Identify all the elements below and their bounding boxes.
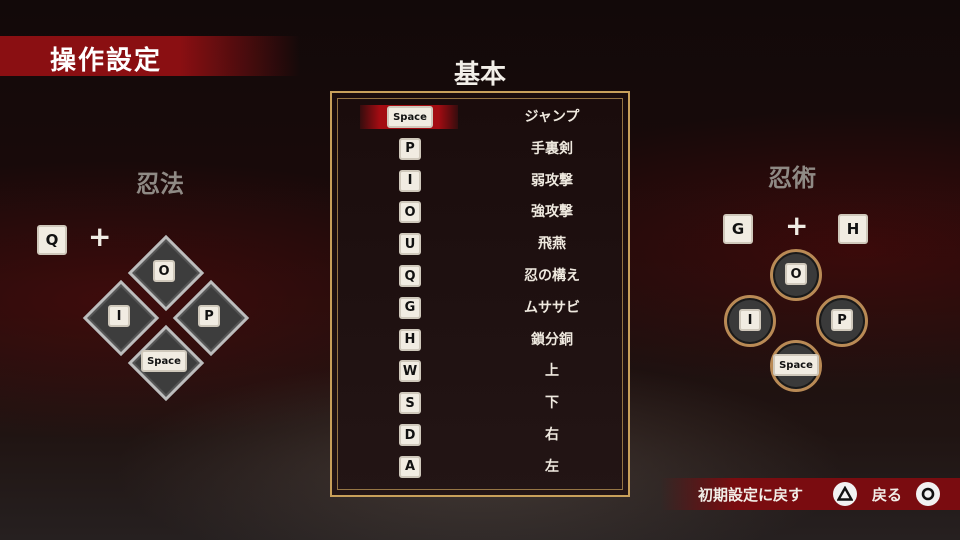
binding-key[interactable]: Q: [399, 265, 421, 287]
circle-icon[interactable]: [916, 482, 940, 506]
reset-defaults-label[interactable]: 初期設定に戻す: [698, 484, 803, 505]
binding-row[interactable]: D右: [332, 421, 628, 449]
ninjutsu-title: 忍術: [768, 163, 816, 192]
binding-key[interactable]: D: [399, 424, 421, 446]
binding-action-label: 下: [545, 395, 559, 412]
ninpo-key-left: I: [108, 305, 130, 327]
binding-key[interactable]: H: [399, 328, 421, 351]
ninjutsu-modifier-key-2[interactable]: H: [838, 214, 868, 244]
binding-row[interactable]: S下: [332, 389, 628, 417]
binding-action-label: 強攻撃: [531, 204, 573, 221]
binding-key[interactable]: A: [399, 455, 421, 478]
binding-key[interactable]: O: [399, 201, 421, 224]
ninpo-key-right: P: [198, 305, 220, 327]
binding-key[interactable]: G: [399, 296, 421, 319]
ninpo-key-top: O: [153, 260, 175, 282]
binding-action-label: 上: [545, 363, 559, 380]
binding-action-label: 鎖分銅: [531, 331, 573, 348]
ninjutsu-key-bottom: Space: [773, 354, 819, 376]
triangle-icon[interactable]: [833, 482, 857, 506]
binding-action-label: ジャンプ: [524, 109, 580, 125]
binding-key[interactable]: Space: [387, 106, 433, 128]
binding-key[interactable]: U: [399, 233, 421, 256]
binding-row[interactable]: Space ジャンプ: [332, 103, 628, 131]
ninjutsu-modifier-key-1[interactable]: G: [723, 214, 753, 244]
binding-row[interactable]: P 手裏剣: [332, 135, 628, 163]
binding-action-label: ムササビ: [524, 299, 580, 316]
binding-key[interactable]: P: [399, 137, 421, 160]
binding-row[interactable]: Q 忍の構え: [332, 262, 628, 290]
binding-action-label: 手裏剣: [531, 140, 573, 157]
binding-row[interactable]: A左: [332, 453, 628, 481]
plus-icon: +: [88, 220, 112, 253]
binding-key[interactable]: W: [399, 360, 421, 383]
back-label[interactable]: 戻る: [872, 484, 902, 505]
binding-action-label: 弱攻撃: [531, 172, 573, 189]
binding-row[interactable]: O 強攻撃: [332, 198, 628, 226]
binding-key[interactable]: I: [399, 169, 421, 192]
binding-action-label: 左: [545, 458, 559, 475]
ninpo-modifier-key[interactable]: Q: [37, 225, 67, 255]
binding-action-label: 忍の構え: [524, 268, 580, 284]
binding-action-label: 右: [545, 427, 559, 443]
ninjutsu-key-left: I: [739, 309, 761, 331]
plus-icon: +: [785, 209, 809, 242]
binding-row[interactable]: W上: [332, 357, 628, 385]
binding-key[interactable]: S: [399, 392, 421, 415]
binding-row[interactable]: H 鎖分銅: [332, 326, 628, 354]
key-binding-panel: Space ジャンプ P 手裏剣 I 弱攻撃 O 強攻撃 U 飛燕 Q 忍の構え G ムササビ H 鎖分銅 W 上…: [330, 91, 630, 497]
binding-action-label: 飛燕: [538, 236, 566, 253]
ninjutsu-key-right: P: [831, 309, 853, 331]
binding-row[interactable]: I 弱攻撃: [332, 167, 628, 195]
binding-row[interactable]: U 飛燕: [332, 230, 628, 258]
ninpo-title: 忍法: [136, 169, 184, 198]
tab-title: 基本: [453, 60, 506, 90]
ninjutsu-key-top: O: [785, 263, 807, 285]
ninpo-key-bottom: Space: [141, 350, 187, 372]
binding-row[interactable]: G ムササビ: [332, 294, 628, 322]
